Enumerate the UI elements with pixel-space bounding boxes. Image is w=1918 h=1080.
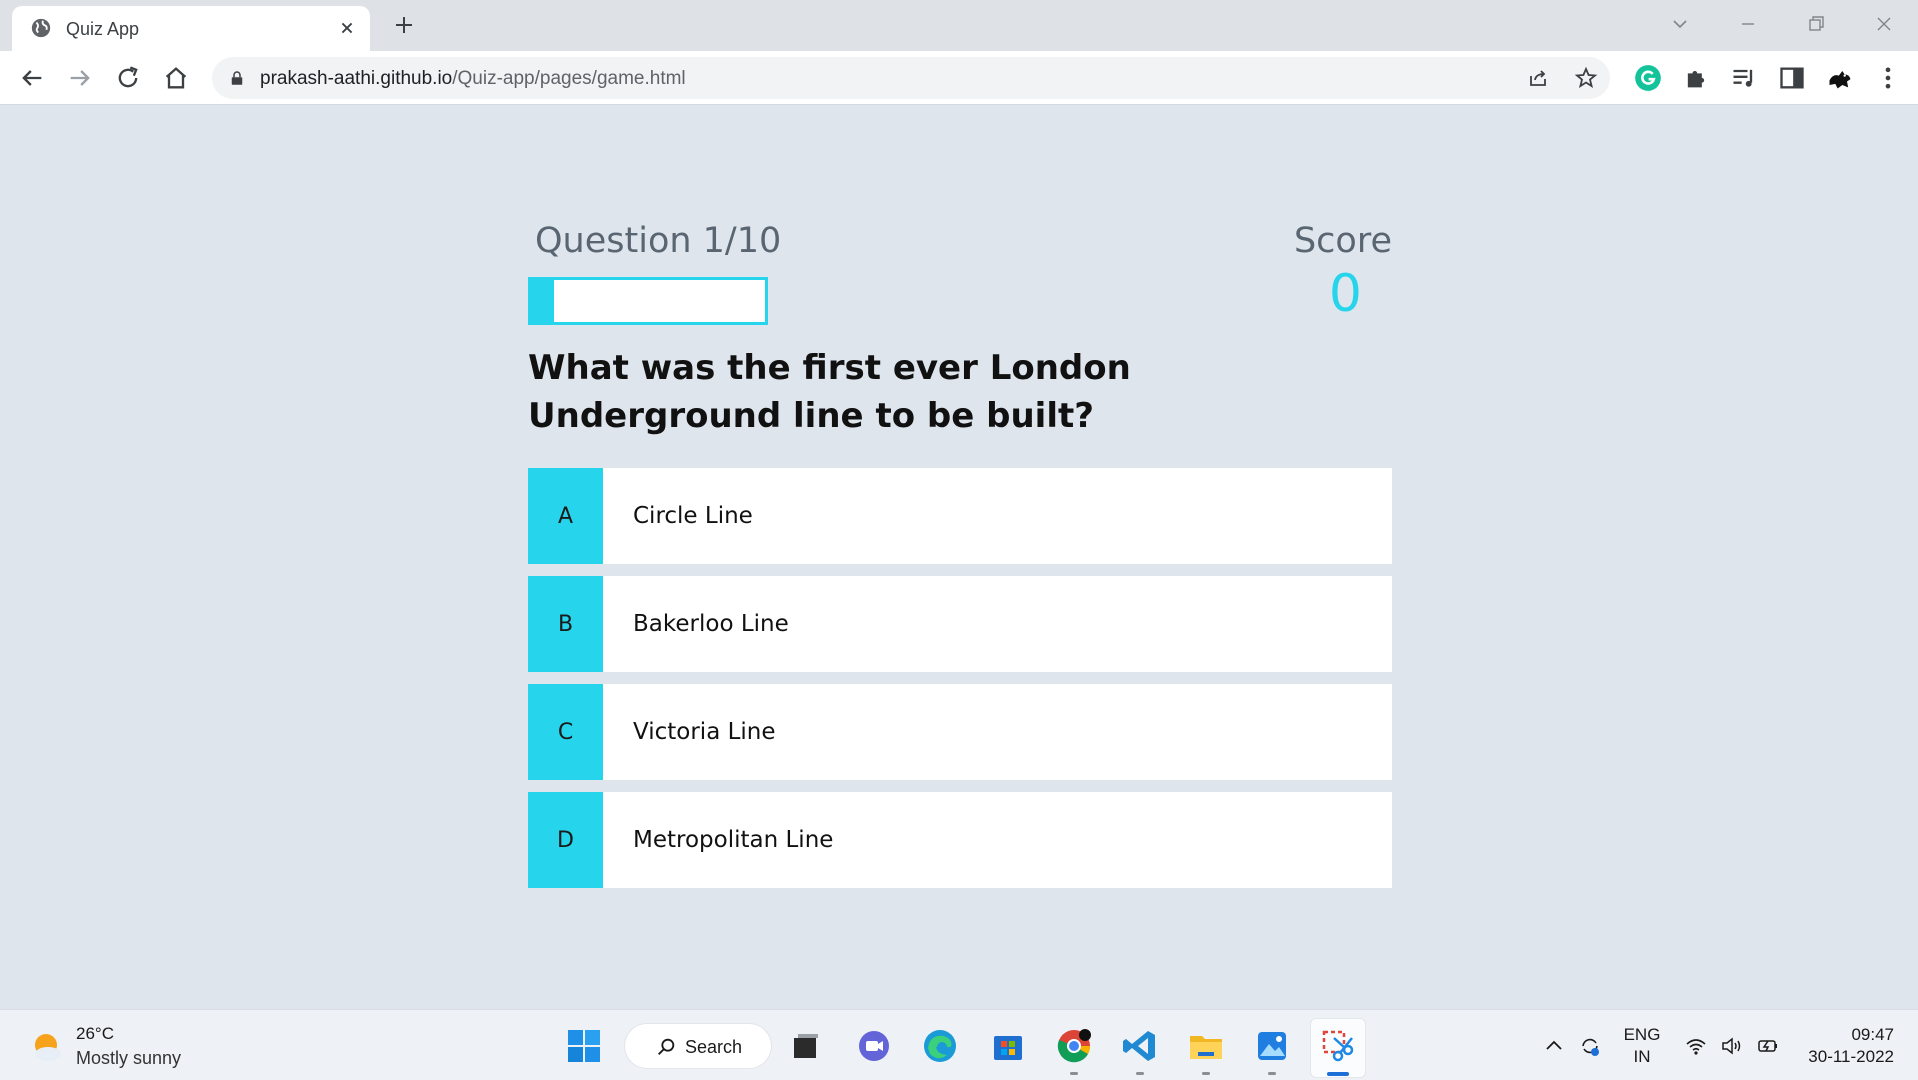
window-close-icon[interactable] — [1872, 12, 1896, 36]
show-hidden-icons-chevron-icon[interactable] — [1542, 1034, 1566, 1058]
home-icon[interactable] — [162, 64, 190, 92]
input-language[interactable]: ENG IN — [1622, 1024, 1662, 1068]
tab-search-chevron-icon[interactable] — [1668, 12, 1692, 36]
progress-bar-fill — [531, 280, 555, 322]
url-text: prakash-aathi.github.io/Quiz-app/pages/g… — [260, 68, 686, 90]
choice-text: Bakerloo Line — [633, 611, 789, 637]
profile-avatar-icon[interactable] — [1826, 64, 1854, 92]
back-arrow-icon[interactable] — [18, 64, 46, 92]
lang-region: IN — [1633, 1047, 1651, 1066]
browser-tab[interactable]: Quiz App — [12, 6, 370, 51]
question-text: What was the first ever London Undergrou… — [528, 348, 1131, 436]
url-path: /Quiz-app/pages/game.html — [452, 68, 686, 89]
browser-toolbar: prakash-aathi.github.io/Quiz-app/pages/g… — [0, 51, 1918, 105]
choice-prefix: A — [528, 468, 603, 564]
quiz-page: Question 1/10 Score 0 What was the first… — [0, 106, 1918, 1009]
wifi-icon[interactable] — [1684, 1034, 1708, 1058]
lang-primary: ENG — [1623, 1025, 1661, 1044]
tab-title: Quiz App — [66, 19, 140, 39]
choice-prefix: C — [528, 684, 603, 780]
system-clock[interactable]: 09:47 30-11-2022 — [1804, 1024, 1894, 1068]
progress-bar — [528, 277, 768, 325]
search-icon — [658, 1038, 675, 1055]
clock-time: 09:47 — [1851, 1025, 1894, 1044]
side-panel-icon[interactable] — [1778, 64, 1806, 92]
running-indicator — [1070, 1072, 1078, 1075]
score-value: 0 — [1328, 264, 1362, 324]
choice-option-a[interactable]: A Circle Line — [528, 468, 1392, 564]
snipping-tool-icon[interactable] — [1318, 1026, 1358, 1066]
browser-menu-kebab-icon[interactable] — [1874, 64, 1902, 92]
running-indicator — [1202, 1072, 1210, 1075]
lock-icon[interactable] — [228, 69, 246, 87]
choice-option-c[interactable]: C Victoria Line — [528, 684, 1392, 780]
close-tab-icon[interactable] — [336, 17, 358, 39]
globe-icon — [31, 18, 51, 38]
restore-icon[interactable] — [1804, 12, 1828, 36]
share-icon[interactable] — [1526, 66, 1550, 90]
browser-tabstrip: Quiz App — [0, 0, 1918, 51]
address-bar[interactable]: prakash-aathi.github.io/Quiz-app/pages/g… — [212, 57, 1610, 99]
new-tab-plus-icon[interactable] — [392, 13, 416, 37]
file-explorer-icon[interactable] — [1186, 1026, 1226, 1066]
quiz-container: Question 1/10 Score 0 What was the first… — [528, 106, 1392, 1009]
running-indicator — [1136, 1072, 1144, 1075]
url-host: prakash-aathi.github.io — [260, 68, 453, 89]
choice-option-b[interactable]: B Bakerloo Line — [528, 576, 1392, 672]
bookmark-star-icon[interactable] — [1574, 66, 1598, 90]
battery-charging-icon[interactable] — [1756, 1034, 1780, 1058]
taskbar: 26°C Mostly sunny Search ENG IN 09:47 30… — [0, 1009, 1918, 1080]
weather-sun-cloud-icon[interactable] — [30, 1030, 64, 1064]
taskbar-search[interactable]: Search — [624, 1023, 772, 1069]
score-label: Score — [1293, 221, 1392, 261]
running-indicator — [1268, 1072, 1276, 1075]
choice-text: Victoria Line — [633, 719, 776, 745]
task-view-icon[interactable] — [786, 1026, 826, 1066]
extensions-puzzle-icon[interactable] — [1682, 64, 1710, 92]
teams-chat-icon[interactable] — [854, 1026, 894, 1066]
windows-start-icon[interactable] — [566, 1028, 602, 1064]
weather-description[interactable]: Mostly sunny — [76, 1048, 181, 1069]
choice-prefix: D — [528, 792, 603, 888]
weather-temperature[interactable]: 26°C — [76, 1024, 114, 1044]
reload-icon[interactable] — [114, 64, 142, 92]
microsoft-store-icon[interactable] — [988, 1026, 1028, 1066]
edge-browser-icon[interactable] — [920, 1026, 960, 1066]
search-label: Search — [685, 1037, 743, 1057]
forward-arrow-icon[interactable] — [66, 64, 94, 92]
grammarly-icon[interactable] — [1634, 64, 1662, 92]
choice-prefix: B — [528, 576, 603, 672]
clock-date: 30-11-2022 — [1808, 1047, 1894, 1066]
vscode-icon[interactable] — [1120, 1026, 1160, 1066]
photos-icon[interactable] — [1252, 1026, 1292, 1066]
question-counter: Question 1/10 — [535, 221, 782, 261]
choice-option-d[interactable]: D Metropolitan Line — [528, 792, 1392, 888]
choice-text: Metropolitan Line — [633, 827, 834, 853]
onedrive-sync-icon[interactable] — [1578, 1034, 1602, 1058]
choice-text: Circle Line — [633, 503, 753, 529]
minimize-icon[interactable] — [1736, 12, 1760, 36]
volume-icon[interactable] — [1720, 1034, 1744, 1058]
media-playlist-icon[interactable] — [1730, 64, 1758, 92]
active-indicator — [1327, 1072, 1349, 1076]
chrome-browser-icon[interactable] — [1054, 1026, 1094, 1066]
